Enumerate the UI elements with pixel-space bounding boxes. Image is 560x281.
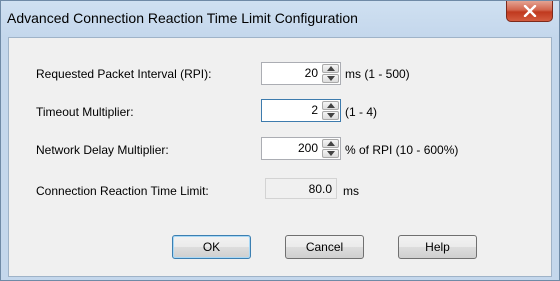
dialog-body: Requested Packet Interval (RPI): 20 ms (… [8,37,552,277]
timeout-range: (1 - 4) [345,105,378,119]
network-delay-label: Network Delay Multiplier: [36,143,169,157]
rpi-spinner[interactable]: 20 [261,62,341,85]
help-button[interactable]: Help [398,235,477,259]
chevron-up-icon [327,141,335,146]
chevron-down-icon [327,113,335,118]
network-delay-decrement-button[interactable] [322,149,339,158]
window-title: Advanced Connection Reaction Time Limit … [7,10,358,26]
reaction-limit-value: 80.0 [308,182,332,196]
rpi-increment-button[interactable] [322,64,339,73]
rpi-range: ms (1 - 500) [345,67,410,81]
title-bar[interactable]: Advanced Connection Reaction Time Limit … [1,1,559,37]
rpi-spin-buttons [322,64,339,83]
network-delay-spinner[interactable]: 200 [261,137,341,160]
dialog-window: Advanced Connection Reaction Time Limit … [0,0,560,281]
network-delay-spin-buttons [322,139,339,158]
reaction-limit-unit: ms [343,184,359,198]
cancel-button[interactable]: Cancel [285,235,364,259]
timeout-spin-buttons [322,101,339,120]
ok-button[interactable]: OK [172,235,251,259]
rpi-label: Requested Packet Interval (RPI): [36,67,212,81]
timeout-label: Timeout Multiplier: [36,105,134,119]
chevron-down-icon [327,151,335,156]
timeout-spinner[interactable]: 2 [261,99,341,122]
network-delay-value[interactable]: 200 [298,141,318,155]
rpi-decrement-button[interactable] [322,74,339,83]
chevron-up-icon [327,103,335,108]
chevron-down-icon [327,76,335,81]
timeout-increment-button[interactable] [322,101,339,110]
close-icon [523,5,537,17]
timeout-value[interactable]: 2 [311,103,318,117]
reaction-limit-label: Connection Reaction Time Limit: [36,184,209,198]
rpi-value[interactable]: 20 [305,66,318,80]
network-delay-range: % of RPI (10 - 600%) [345,143,459,157]
chevron-up-icon [327,66,335,71]
close-button[interactable] [506,1,553,22]
reaction-limit-field: 80.0 [265,178,337,199]
network-delay-increment-button[interactable] [322,139,339,148]
timeout-decrement-button[interactable] [322,111,339,120]
